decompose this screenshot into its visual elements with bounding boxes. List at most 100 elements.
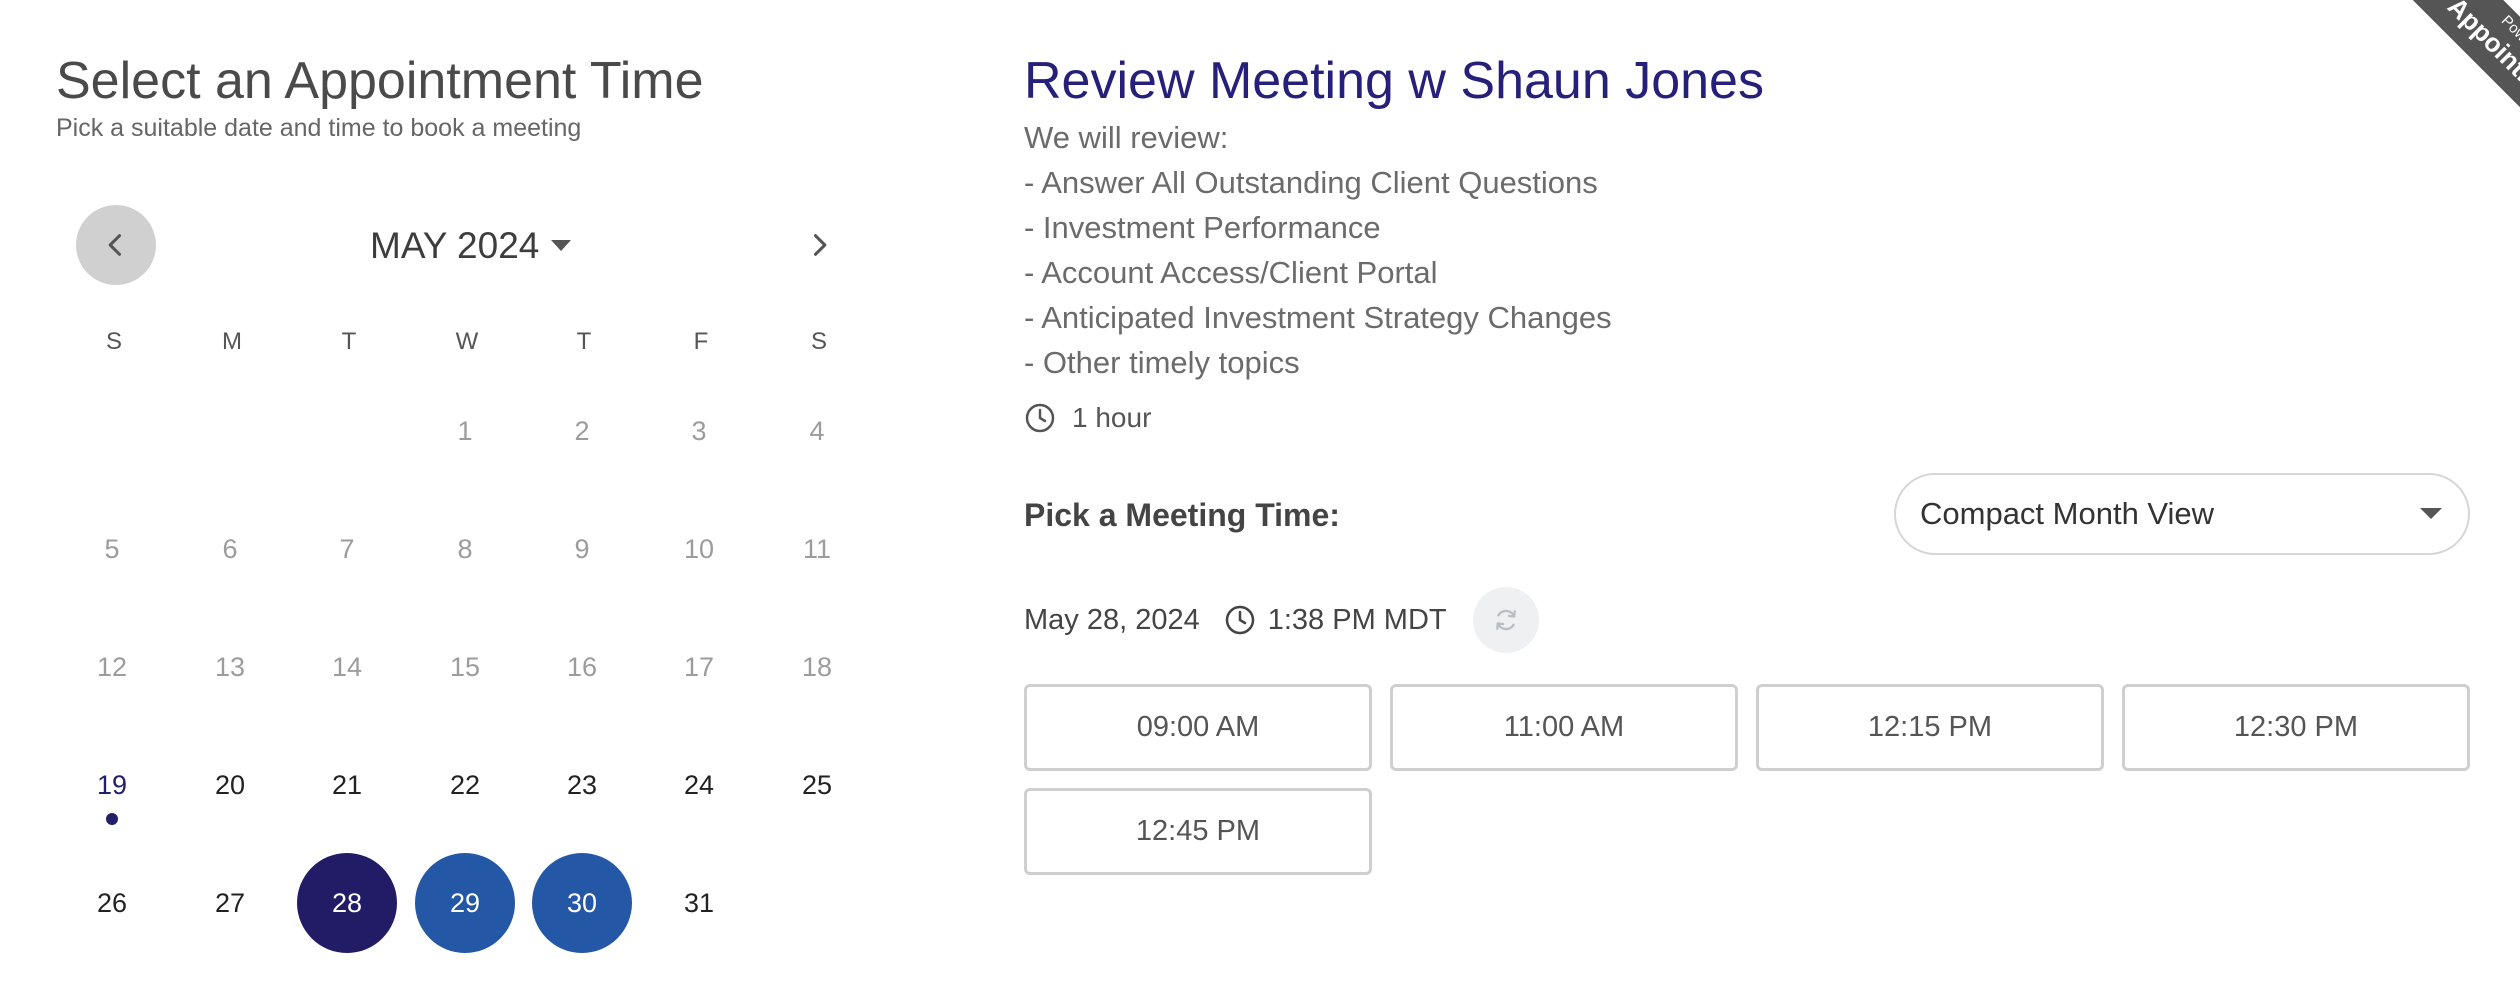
day-number: 18 [801, 651, 833, 682]
calendar-day-28[interactable]: 28 [297, 853, 397, 953]
weekday-header: S [105, 328, 122, 355]
time-slot-button[interactable]: 12:30 PM [2122, 684, 2470, 771]
description-line: - Other timely topics [1024, 345, 1300, 380]
day-number: 20 [214, 769, 246, 800]
clock-icon [1225, 605, 1254, 635]
month-selector[interactable]: MAY 2024 [370, 225, 572, 267]
time-slot-button[interactable]: 09:00 AM [1024, 684, 1372, 771]
day-number: 11 [802, 533, 832, 564]
calendar-day-22[interactable]: 22 [415, 735, 515, 835]
day-number: 23 [566, 769, 598, 800]
calendar-day-13: 13 [180, 617, 280, 717]
day-number: 9 [574, 533, 590, 564]
calendar-day-30[interactable]: 30 [532, 853, 632, 953]
calendar-day-26[interactable]: 26 [62, 853, 162, 953]
day-number: 8 [457, 533, 473, 564]
day-number: 15 [449, 651, 481, 682]
day-number: 1 [457, 415, 473, 446]
weekday-header: M [222, 328, 242, 355]
calendar-day-31[interactable]: 31 [649, 853, 749, 953]
description-line: - Account Access/Client Portal [1024, 255, 1438, 290]
calendar-day-1: 1 [415, 381, 515, 481]
day-number: 21 [331, 769, 363, 800]
time-slot-button[interactable]: 11:00 AM [1390, 684, 1738, 771]
calendar-day-29[interactable]: 29 [415, 853, 515, 953]
day-number: 19 [96, 769, 128, 800]
day-number: 28 [297, 853, 397, 953]
description-line: - Investment Performance [1024, 210, 1381, 245]
day-number: 10 [683, 533, 715, 564]
chevron-left-icon [108, 234, 122, 256]
chevron-right-icon [813, 234, 827, 256]
calendar-day-9: 9 [532, 499, 632, 599]
calendar-day-8: 8 [415, 499, 515, 599]
current-time: 1:38 PM MDT [1267, 603, 1447, 636]
weekday-header: T [576, 328, 592, 355]
day-number: 7 [339, 533, 355, 564]
calendar-day-25[interactable]: 25 [767, 735, 867, 835]
day-number: 30 [532, 853, 632, 953]
day-number: 5 [104, 533, 120, 564]
calendar-day-10: 10 [649, 499, 749, 599]
day-number: 24 [683, 769, 715, 800]
calendar-day-23[interactable]: 23 [532, 735, 632, 835]
month-label: MAY 2024 [370, 225, 540, 266]
calendar-day-2: 2 [532, 381, 632, 481]
day-number: 26 [96, 887, 128, 918]
selected-date: May 28, 2024 [1024, 603, 1200, 636]
day-number: 4 [809, 415, 825, 446]
calendar-day-14: 14 [297, 617, 397, 717]
page-title: Select an Appointment Time [56, 52, 704, 110]
refresh-button[interactable] [1472, 587, 1539, 653]
calendar-day-17: 17 [649, 617, 749, 717]
calendar-day-3: 3 [649, 381, 749, 481]
calendar-day-11: 11 [767, 499, 867, 599]
calendar-day-4: 4 [767, 381, 867, 481]
time-slot-button[interactable]: 12:15 PM [1756, 684, 2104, 771]
day-number: 27 [214, 887, 246, 918]
caret-down-icon [2420, 508, 2442, 519]
pick-meeting-time-label: Pick a Meeting Time: [1024, 497, 1340, 533]
calendar-day-27[interactable]: 27 [180, 853, 280, 953]
day-number: 16 [566, 651, 598, 682]
weekday-header: T [341, 328, 357, 355]
calendar-day-24[interactable]: 24 [649, 735, 749, 835]
calendar-day-21[interactable]: 21 [297, 735, 397, 835]
time-slot-button[interactable]: 12:45 PM [1024, 788, 1372, 875]
calendar-day-7: 7 [297, 499, 397, 599]
weekday-header: W [455, 328, 479, 355]
powered-by-ribbon[interactable]: Powered by Appointments [2350, 0, 2520, 170]
description-line: - Answer All Outstanding Client Question… [1024, 165, 1598, 200]
duration-text: 1 hour [1072, 402, 1152, 433]
page-subtitle: Pick a suitable date and time to book a … [56, 114, 582, 142]
day-number: 13 [214, 651, 246, 682]
meeting-title: Review Meeting w Shaun Jones [1024, 52, 1764, 110]
prev-month-button[interactable] [76, 205, 156, 285]
duration: 1 hour [1024, 402, 1151, 434]
weekday-header: F [693, 328, 709, 355]
clock-icon [1025, 403, 1055, 433]
day-number: 17 [683, 651, 715, 682]
calendar-day-18: 18 [767, 617, 867, 717]
calendar-day-5: 5 [62, 499, 162, 599]
day-number: 22 [449, 769, 481, 800]
day-number: 12 [96, 651, 128, 682]
weekday-header: S [810, 328, 827, 355]
view-mode-select[interactable]: Compact Month View [1894, 473, 2470, 555]
caret-down-icon [551, 240, 572, 251]
refresh-icon [1495, 609, 1516, 631]
calendar-day-12: 12 [62, 617, 162, 717]
today-indicator-dot [106, 813, 118, 825]
day-number: 31 [683, 887, 715, 918]
calendar-day-15: 15 [415, 617, 515, 717]
calendar-day-16: 16 [532, 617, 632, 717]
calendar-day-6: 6 [180, 499, 280, 599]
calendar-day-20[interactable]: 20 [180, 735, 280, 835]
day-number: 29 [415, 853, 515, 953]
day-number: 6 [222, 533, 238, 564]
next-month-button[interactable] [779, 205, 859, 285]
description-line: - Anticipated Investment Strategy Change… [1024, 300, 1612, 335]
day-number: 25 [801, 769, 833, 800]
day-number: 2 [574, 415, 590, 446]
description-line: We will review: [1024, 120, 1229, 155]
